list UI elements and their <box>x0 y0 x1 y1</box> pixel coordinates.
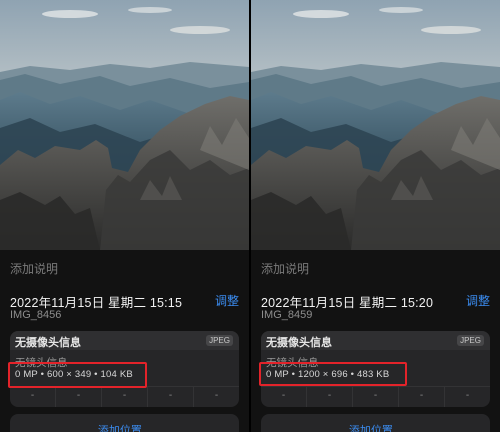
exif-value: - <box>148 387 194 407</box>
camera-info: 无摄像头信息 <box>15 337 81 349</box>
adjust-button[interactable]: 调整 <box>215 292 239 309</box>
photo-filename: IMG_8456 <box>10 309 62 321</box>
add-location-label: 添加位置... <box>97 425 152 432</box>
exif-values-row: - - - - - <box>10 386 239 407</box>
format-badge: JPEG <box>457 335 484 346</box>
exif-value: - <box>353 387 399 407</box>
exif-card-header: 无摄像头信息 JPEG <box>10 331 239 350</box>
exif-value: - <box>214 390 219 401</box>
exif-values-row: - - - - - <box>261 386 490 407</box>
exif-value: - <box>399 387 445 407</box>
exif-value: - <box>10 387 56 407</box>
exif-card-header: 无摄像头信息 JPEG <box>261 331 490 350</box>
exif-value: - <box>261 387 307 407</box>
highlight-box <box>259 362 407 386</box>
exif-value: - <box>307 387 353 407</box>
photo-preview[interactable] <box>0 0 249 250</box>
add-caption-field[interactable]: 添加说明 <box>10 260 58 277</box>
photo-filename: IMG_8459 <box>261 309 313 321</box>
add-caption-field[interactable]: 添加说明 <box>261 260 309 277</box>
add-location-label: 添加位置... <box>348 425 403 432</box>
photo-preview[interactable] <box>251 0 500 250</box>
format-badge: JPEG <box>206 335 233 346</box>
camera-info: 无摄像头信息 <box>266 337 332 349</box>
exif-value: - <box>56 387 102 407</box>
exif-value: - <box>465 390 470 401</box>
adjust-button[interactable]: 调整 <box>466 292 490 309</box>
add-location-button[interactable]: 添加位置... <box>261 414 490 432</box>
highlight-box <box>8 362 147 388</box>
exif-value: - <box>102 387 148 407</box>
add-location-button[interactable]: 添加位置... <box>10 414 239 432</box>
